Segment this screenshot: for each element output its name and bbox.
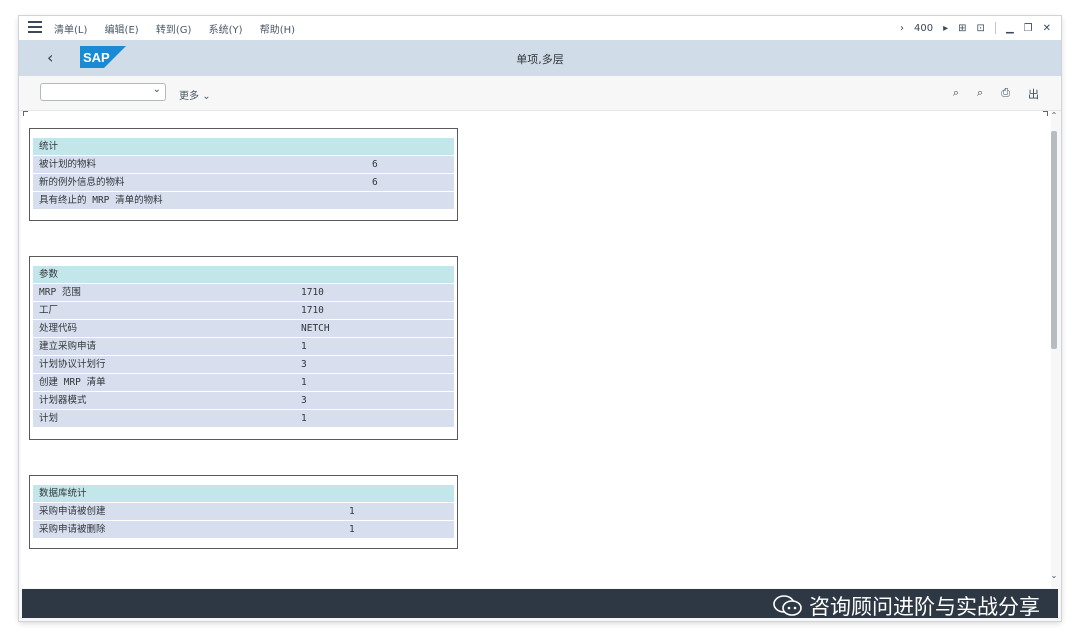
row-label: 计划协议计划行 [39, 359, 106, 370]
row-value: 1 [301, 413, 307, 424]
variant-dropdown[interactable]: ⌄ [40, 83, 166, 101]
parameters-table: 参数 MRP 范围 1710 工厂 1710 处理代码 NETCH 建立采购申请 1 计… [33, 266, 454, 427]
search-next-icon[interactable]: ⌕ [977, 86, 983, 102]
table-row: 创建 MRP 清单 1 [33, 374, 454, 391]
table-row: 被计划的物料 6 [33, 156, 454, 173]
row-label: 新的例外信息的物料 [39, 177, 125, 188]
section-header: 统计 [33, 138, 454, 155]
search-icon[interactable]: ⌕ [953, 86, 959, 102]
list-content: 统计 被计划的物料 6 新的例外信息的物料 6 具有终止的 MRP 清单的物料 参数… [21, 111, 1051, 588]
watermark-text: 咨询顾问进阶与实战分享 [809, 595, 1040, 619]
table-row: MRP 范围 1710 [33, 284, 454, 301]
row-value: 1710 [301, 287, 324, 298]
scroll-down-icon[interactable]: ⌄ [1049, 571, 1059, 580]
section-header: 数据库统计 [33, 485, 454, 502]
statistics-table: 统计 被计划的物料 6 新的例外信息的物料 6 具有终止的 MRP 清单的物料 [33, 138, 454, 209]
menu-list[interactable]: 清单(L) [54, 25, 87, 36]
row-label: 具有终止的 MRP 清单的物料 [39, 195, 163, 206]
vertical-scrollbar[interactable]: ⌃ ⌄ [1049, 111, 1059, 588]
row-value: 1710 [301, 305, 324, 316]
layout-icon[interactable]: ⊞ [958, 23, 966, 34]
row-value: 6 [372, 177, 378, 188]
row-value: 1 [301, 341, 307, 352]
corner-mark [23, 111, 28, 116]
table-row: 工厂 1710 [33, 302, 454, 319]
client-number: 400 [914, 22, 934, 34]
menu-help[interactable]: 帮助(H) [260, 25, 295, 36]
chevron-right-icon[interactable]: › [900, 23, 904, 34]
hamburger-menu-icon[interactable] [28, 21, 42, 33]
more-label: 更多 [179, 91, 199, 102]
chevron-down-icon: ⌄ [152, 84, 161, 95]
scroll-up-icon[interactable]: ⌃ [1049, 111, 1059, 120]
table-row: 处理代码 NETCH [33, 320, 454, 337]
wechat-icon [773, 595, 802, 616]
row-label: 采购申请被删除 [39, 524, 106, 535]
table-row: 建立采购申请 1 [33, 338, 454, 355]
parameters-box: 参数 MRP 范围 1710 工厂 1710 处理代码 NETCH 建立采购申请 1 计… [29, 256, 458, 440]
corner-mark [1043, 111, 1048, 116]
row-value: 1 [301, 377, 307, 388]
row-value: NETCH [301, 323, 330, 334]
unlock-icon[interactable]: ⊡ [977, 23, 985, 34]
scroll-thumb[interactable] [1051, 131, 1057, 349]
window-controls: › 400 ▸ ⊞ ⊡ ▁ ❐ ✕ [890, 20, 1051, 36]
play-icon[interactable]: ▸ [943, 23, 948, 34]
row-label: 计划器模式 [39, 395, 87, 406]
row-label: 工厂 [39, 305, 59, 316]
menu-bar: 清单(L) 编辑(E) 转到(G) 系统(Y) 帮助(H) › 400 ▸ ⊞ … [19, 16, 1061, 40]
print-icon[interactable]: ⎙ [1001, 86, 1010, 102]
maximize-icon[interactable]: ❐ [1024, 23, 1033, 34]
status-bar: 咨询顾问进阶与实战分享 [22, 589, 1058, 621]
divider [994, 22, 996, 34]
row-label: 建立采购申请 [39, 341, 97, 352]
minimize-icon[interactable]: ▁ [1006, 23, 1014, 34]
section-header: 参数 [33, 266, 454, 283]
database-statistics-table: 数据库统计 采购申请被创建 1 采购申请被删除 1 [33, 485, 454, 538]
table-row: 计划 1 [33, 410, 454, 427]
table-row: 采购申请被删除 1 [33, 521, 454, 538]
row-value: 1 [349, 524, 355, 535]
table-row: 具有终止的 MRP 清单的物料 [33, 192, 454, 209]
menu-system[interactable]: 系统(Y) [209, 25, 243, 36]
page-title: 单项,多层 [516, 53, 564, 66]
menu-edit[interactable]: 编辑(E) [105, 25, 139, 36]
table-row: 计划器模式 3 [33, 392, 454, 409]
title-bar: ‹ SAP 单项,多层 [19, 40, 1061, 76]
close-icon[interactable]: ✕ [1043, 23, 1051, 34]
watermark: 咨询顾问进阶与实战分享 [773, 591, 1040, 621]
section-title: 统计 [39, 141, 59, 152]
table-row: 采购申请被创建 1 [33, 503, 454, 520]
table-row: 计划协议计划行 3 [33, 356, 454, 373]
menu-goto[interactable]: 转到(G) [156, 25, 192, 36]
statistics-box: 统计 被计划的物料 6 新的例外信息的物料 6 具有终止的 MRP 清单的物料 [29, 128, 458, 221]
row-label: 处理代码 [39, 323, 78, 334]
exit-icon[interactable]: 出 [1028, 86, 1039, 102]
row-label: 采购申请被创建 [39, 506, 106, 517]
toolbar-actions: ⌕ ⌕ ⎙ 出 [935, 86, 1039, 102]
section-title: 数据库统计 [39, 488, 87, 499]
toolbar: ⌄ 更多 ⌄ ⌕ ⌕ ⎙ 出 [19, 76, 1061, 111]
row-label: MRP 范围 [39, 287, 81, 298]
row-label: 被计划的物料 [39, 159, 97, 170]
row-label: 计划 [39, 413, 59, 424]
row-value: 1 [349, 506, 355, 517]
row-value: 3 [301, 395, 307, 406]
sap-window: 清单(L) 编辑(E) 转到(G) 系统(Y) 帮助(H) › 400 ▸ ⊞ … [19, 16, 1061, 621]
table-row: 新的例外信息的物料 6 [33, 174, 454, 191]
section-title: 参数 [39, 269, 59, 280]
chevron-down-icon: ⌄ [202, 91, 211, 102]
row-value: 3 [301, 359, 307, 370]
row-label: 创建 MRP 清单 [39, 377, 106, 388]
menu-items: 清单(L) 编辑(E) 转到(G) 系统(Y) 帮助(H) [54, 21, 309, 36]
more-button[interactable]: 更多 ⌄ [179, 87, 211, 102]
database-statistics-box: 数据库统计 采购申请被创建 1 采购申请被删除 1 [29, 475, 458, 549]
row-value: 6 [372, 159, 378, 170]
